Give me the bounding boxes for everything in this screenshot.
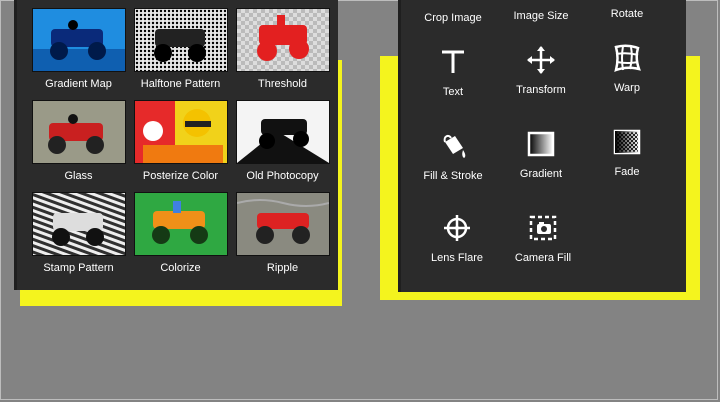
tool-text[interactable]: Text xyxy=(409,44,497,98)
tool-label: Fade xyxy=(614,166,640,178)
glass-thumb xyxy=(31,100,126,164)
effect-label: Halftone Pattern xyxy=(140,78,221,90)
effect-label: Old Photocopy xyxy=(246,170,319,182)
effect-ripple[interactable]: Ripple xyxy=(235,192,330,274)
warp-grid-icon xyxy=(609,40,645,76)
effect-threshold[interactable]: Threshold xyxy=(235,8,330,90)
effect-colorize[interactable]: Colorize xyxy=(133,192,228,274)
tool-warp[interactable]: Warp xyxy=(583,40,671,94)
old-photocopy-thumb xyxy=(235,100,330,164)
effect-label: Glass xyxy=(64,170,93,182)
tools-panel: Crop Image Image Size Rotate Text Transf… xyxy=(398,0,686,292)
tool-fade[interactable]: Fade xyxy=(583,124,671,178)
tool-transform[interactable]: Transform xyxy=(497,42,585,96)
gradient-map-thumb xyxy=(31,8,126,72)
tool-label: Fill & Stroke xyxy=(423,170,483,182)
gradient-icon xyxy=(523,126,559,162)
effect-posterize-color[interactable]: Posterize Color xyxy=(133,100,228,182)
posterize-color-thumb xyxy=(133,100,228,164)
tool-label: Rotate xyxy=(610,8,644,20)
colorize-thumb xyxy=(133,192,228,256)
tool-crop-image[interactable]: Crop Image xyxy=(409,12,497,24)
move-arrows-icon xyxy=(523,42,559,78)
ripple-thumb xyxy=(235,192,330,256)
effect-glass[interactable]: Glass xyxy=(31,100,126,182)
effect-old-photocopy[interactable]: Old Photocopy xyxy=(235,100,330,182)
effect-stamp-pattern[interactable]: Stamp Pattern xyxy=(31,192,126,274)
effect-halftone-pattern[interactable]: Halftone Pattern xyxy=(133,8,228,90)
text-icon xyxy=(435,44,471,80)
tool-label: Transform xyxy=(516,84,566,96)
effect-label: Colorize xyxy=(160,262,201,274)
threshold-thumb xyxy=(235,8,330,72)
tool-label: Image Size xyxy=(513,10,569,22)
tool-rotate[interactable]: Rotate xyxy=(583,8,671,20)
tool-gradient[interactable]: Gradient xyxy=(497,126,585,180)
lens-flare-icon xyxy=(439,210,475,246)
effect-label: Gradient Map xyxy=(45,78,112,90)
tool-label: Warp xyxy=(614,82,640,94)
paint-bucket-icon xyxy=(435,128,471,164)
effect-label: Threshold xyxy=(258,78,307,90)
effect-label: Stamp Pattern xyxy=(43,262,114,274)
halftone-pattern-thumb xyxy=(133,8,228,72)
camera-fill-icon xyxy=(525,210,561,246)
tool-label: Camera Fill xyxy=(514,252,572,264)
effect-gradient-map[interactable]: Gradient Map xyxy=(31,8,126,90)
fade-icon xyxy=(609,124,645,160)
tool-label: Gradient xyxy=(519,168,563,180)
stamp-pattern-thumb xyxy=(31,192,126,256)
tool-label: Text xyxy=(442,86,464,98)
tool-fill-stroke[interactable]: Fill & Stroke xyxy=(409,128,497,182)
tool-lens-flare[interactable]: Lens Flare xyxy=(413,210,501,264)
tool-camera-fill[interactable]: Camera Fill xyxy=(499,210,587,264)
tool-image-size[interactable]: Image Size xyxy=(497,10,585,22)
effects-panel: Gradient Map Halftone Pattern Threshold … xyxy=(14,0,338,290)
effect-label: Posterize Color xyxy=(142,170,219,182)
tool-label: Lens Flare xyxy=(431,252,483,264)
effect-label: Ripple xyxy=(266,262,299,274)
tool-label: Crop Image xyxy=(424,12,482,24)
effects-grid: Gradient Map Halftone Pattern Threshold … xyxy=(31,8,331,274)
